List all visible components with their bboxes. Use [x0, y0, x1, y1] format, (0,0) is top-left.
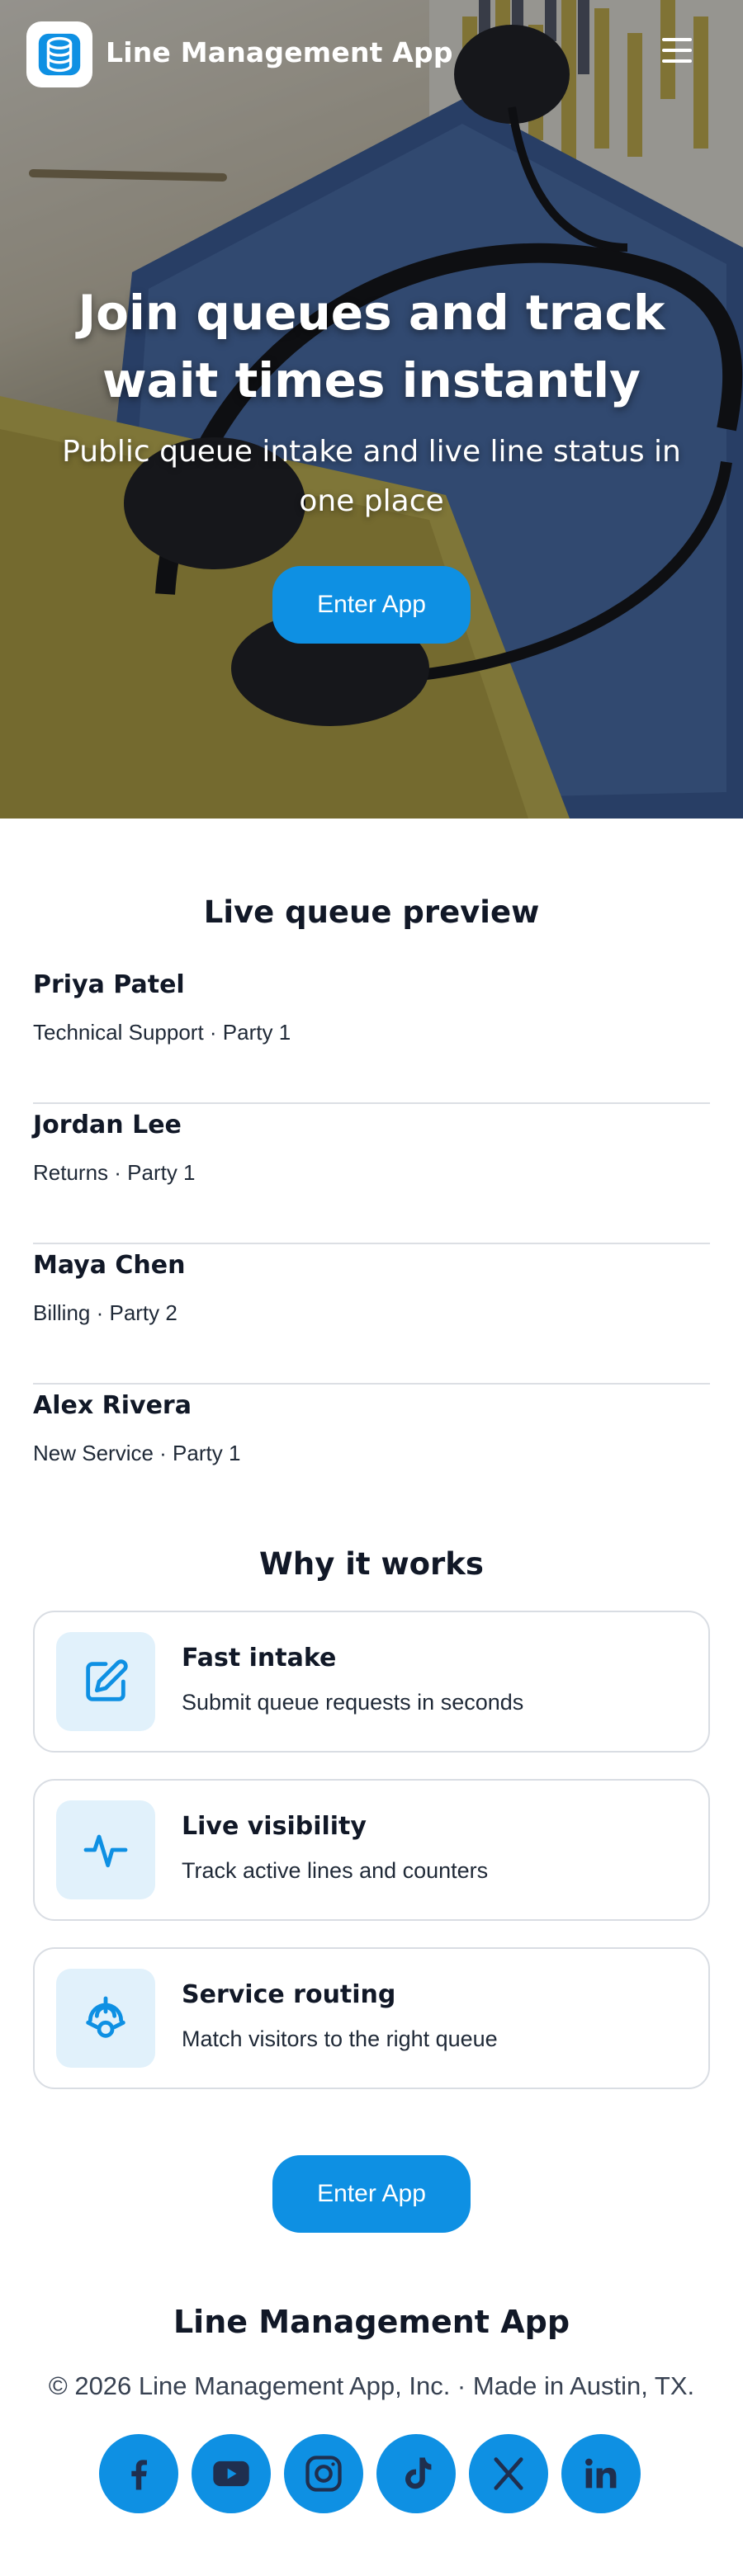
- youtube-icon: [213, 2460, 249, 2487]
- feature-card-service-routing: Service routing Match visitors to the ri…: [33, 1947, 710, 2089]
- queue-item-meta: Returns · Party 1: [33, 1160, 196, 1185]
- hero-section: Line Management App Join queues and trac…: [0, 0, 743, 819]
- queue-item-name: Alex Rivera: [33, 1391, 192, 1420]
- youtube-link[interactable]: [192, 2434, 271, 2513]
- tiktok-link[interactable]: [376, 2434, 456, 2513]
- activity-icon: [83, 1834, 128, 1868]
- instagram-link[interactable]: [284, 2434, 363, 2513]
- hamburger-menu-icon[interactable]: [660, 38, 693, 69]
- facebook-link[interactable]: [99, 2434, 178, 2513]
- hero-subheadline: Public queue intake and live line status…: [62, 435, 681, 518]
- app-title[interactable]: Line Management App: [106, 36, 453, 68]
- social-links: [99, 2434, 644, 2517]
- instagram-icon: [305, 2456, 342, 2492]
- feature-icon-tile: [56, 1969, 155, 2068]
- feature-card-live-visibility: Live visibility Track active lines and c…: [33, 1779, 710, 1921]
- x-icon: [494, 2457, 523, 2490]
- queue-item-name: Maya Chen: [33, 1251, 186, 1280]
- queue-item-meta: Billing · Party 2: [33, 1300, 177, 1325]
- linkedin-icon: [585, 2458, 617, 2489]
- queue-list-item: Priya Patel Technical Support · Party 1: [33, 964, 710, 1104]
- features-section-title: Why it works: [259, 1546, 484, 1582]
- feature-description: Submit queue requests in seconds: [182, 1690, 524, 1715]
- queue-item-meta: New Service · Party 1: [33, 1441, 241, 1465]
- feature-icon-tile: [56, 1800, 155, 1899]
- feature-title: Service routing: [182, 1980, 396, 2009]
- routing-icon: [86, 1996, 125, 2038]
- database-icon: [38, 33, 81, 76]
- hero-enter-app-button[interactable]: Enter App: [272, 566, 471, 644]
- facebook-icon: [131, 2460, 147, 2490]
- top-navigation-bar: Line Management App: [0, 0, 743, 107]
- queue-item-meta: Technical Support · Party 1: [33, 1020, 291, 1045]
- preview-section-title: Live queue preview: [203, 894, 540, 930]
- hero-headline: Join queues and track wait times instant…: [78, 285, 665, 408]
- app-logo[interactable]: [26, 21, 92, 87]
- queue-list-item: Maya Chen Billing · Party 2: [33, 1244, 710, 1385]
- feature-title: Fast intake: [182, 1644, 337, 1673]
- queue-item-name: Priya Patel: [33, 970, 185, 999]
- feature-title: Live visibility: [182, 1812, 367, 1841]
- feature-description: Match visitors to the right queue: [182, 2026, 498, 2051]
- tiktok-icon: [405, 2457, 432, 2489]
- queue-list-item: Jordan Lee Returns · Party 1: [33, 1104, 710, 1244]
- x-link[interactable]: [469, 2434, 548, 2513]
- queue-list-item: Alex Rivera New Service · Party 1: [33, 1385, 710, 1525]
- edit-icon: [86, 1659, 128, 1701]
- feature-card-fast-intake: Fast intake Submit queue requests in sec…: [33, 1611, 710, 1753]
- copyright-text: © 2026 Line Management App, Inc. · Made …: [48, 2371, 695, 2400]
- feature-description: Track active lines and counters: [182, 1858, 489, 1883]
- queue-preview-list: Priya Patel Technical Support · Party 1 …: [33, 964, 710, 1525]
- linkedin-link[interactable]: [561, 2434, 641, 2513]
- queue-item-name: Jordan Lee: [33, 1111, 182, 1139]
- footer-title: Line Management App: [173, 2304, 570, 2340]
- enter-app-button[interactable]: Enter App: [272, 2155, 471, 2233]
- feature-icon-tile: [56, 1632, 155, 1731]
